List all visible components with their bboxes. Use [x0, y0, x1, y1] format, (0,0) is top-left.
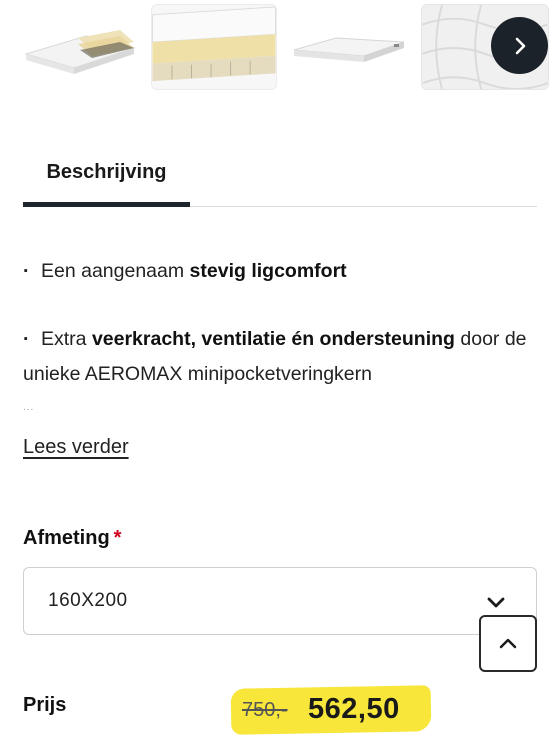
description-ellipsis: ...: [23, 402, 35, 413]
size-select-value: 160X200: [48, 590, 128, 611]
thumbnail-mattress-layers[interactable]: [16, 4, 142, 90]
description-bold: veerkracht, ventilatie én ondersteuning: [91, 328, 455, 350]
description-text: Extra: [41, 328, 92, 350]
current-price: 562,50: [308, 693, 400, 725]
read-more-link[interactable]: Lees verder: [23, 436, 129, 459]
description-item: · Extra veerkracht, ventilatie én onderst…: [23, 322, 533, 392]
tab-bar: Beschrijving: [23, 150, 537, 207]
old-price: 750,-: [242, 699, 288, 721]
size-select[interactable]: 160X200: [23, 567, 537, 635]
description-item: · Een aangenaam stevig ligcomfort: [23, 254, 533, 289]
gallery-next-button[interactable]: [491, 17, 548, 74]
chevron-down-icon: [487, 597, 505, 608]
price-label: Prijs: [23, 694, 67, 716]
description-bold: stevig ligcomfort: [189, 260, 347, 282]
required-mark: *: [113, 527, 122, 549]
active-tab-indicator: [23, 202, 190, 207]
thumbnail-mattress-foam[interactable]: [151, 4, 277, 90]
chevron-up-icon: [499, 638, 517, 648]
tab-beschrijving[interactable]: Beschrijving: [23, 150, 190, 206]
size-label: Afmeting *: [23, 527, 121, 550]
chevron-right-icon: [515, 37, 525, 54]
bullet: ·: [23, 328, 30, 350]
size-label-text: Afmeting: [23, 527, 110, 549]
scroll-to-top-button[interactable]: [479, 615, 537, 672]
thumbnail-mattress-top[interactable]: [286, 4, 412, 90]
description-text: Een aangenaam: [41, 260, 190, 282]
image-gallery: [0, 0, 560, 96]
bullet: ·: [23, 260, 30, 282]
